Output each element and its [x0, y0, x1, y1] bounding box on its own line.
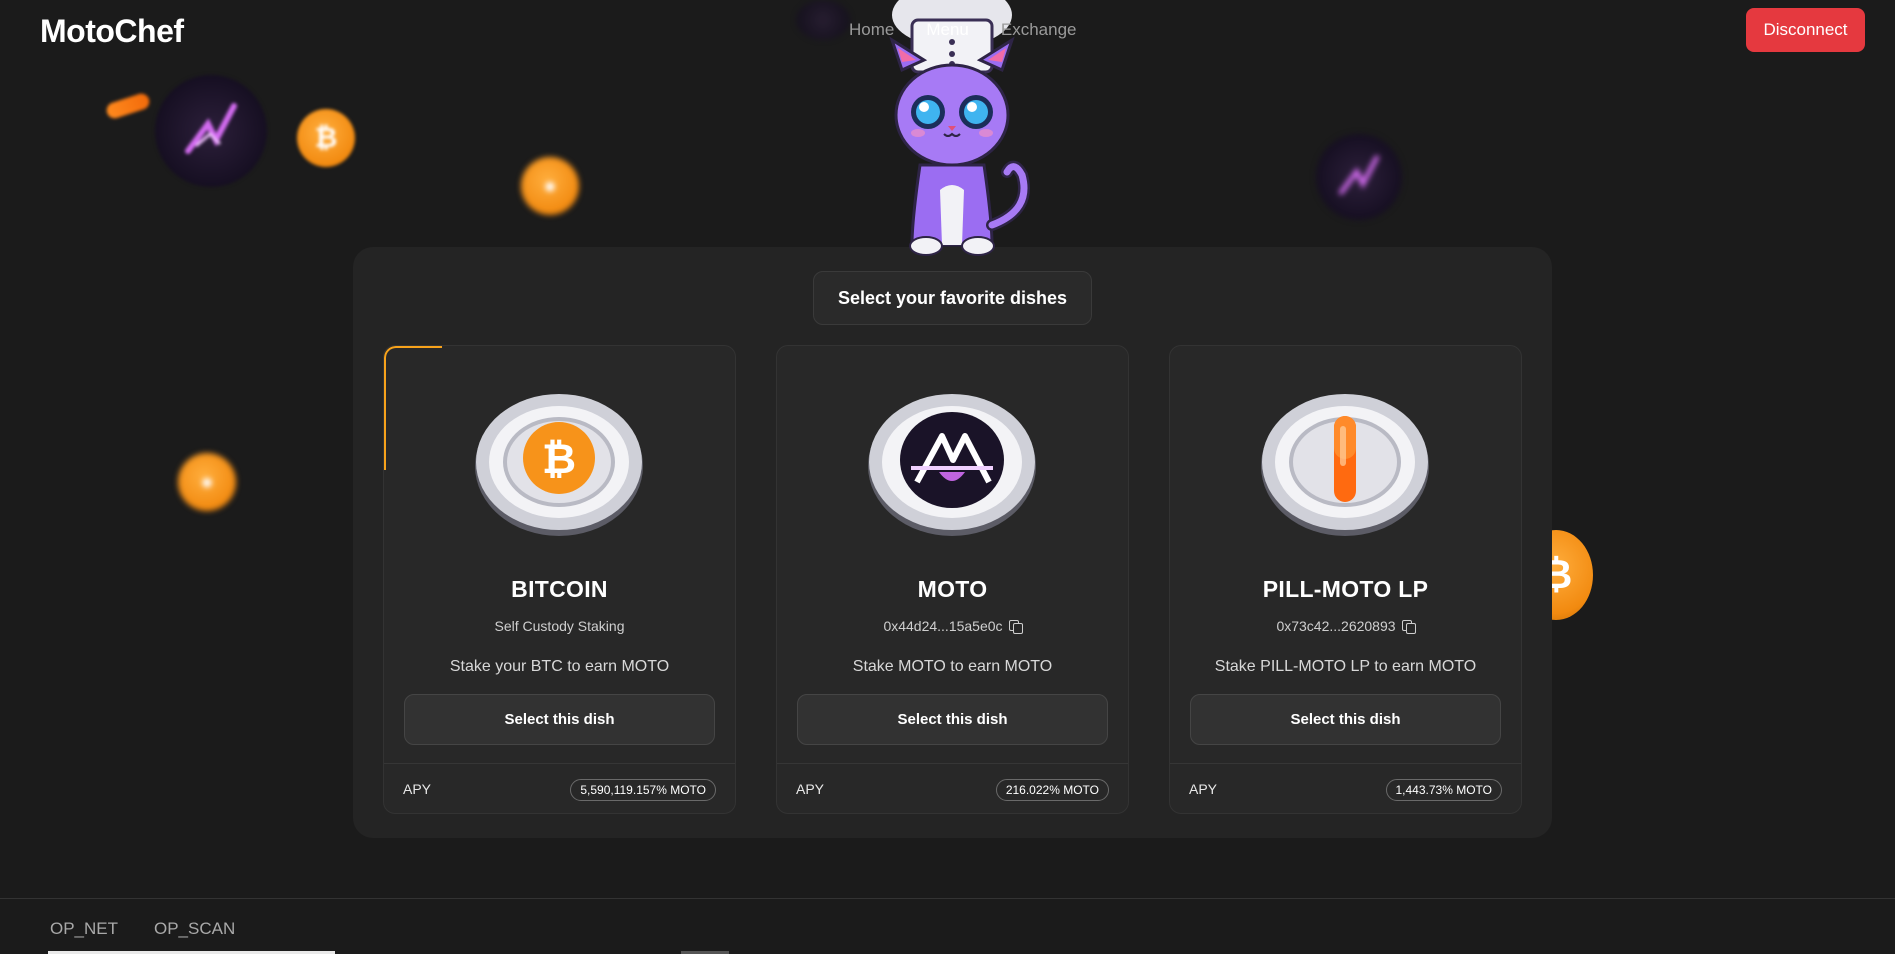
svg-text:₿: ₿	[542, 435, 576, 482]
footer-tab-op-scan[interactable]: OP_SCAN	[154, 919, 235, 939]
disconnect-button[interactable]: Disconnect	[1746, 8, 1865, 52]
app-logo[interactable]: MotoChef	[40, 13, 184, 50]
dish-description: Stake MOTO to earn MOTO	[852, 658, 1053, 675]
dish-name: PILL-MOTO LP	[1262, 576, 1429, 602]
nav-exchange[interactable]: Exchange	[1001, 20, 1077, 40]
main-nav: Home Menu Exchange	[849, 20, 1109, 40]
dish-card-moto[interactable]: MOTO 0x44d24...15a5e0c Stake MOTO to ear…	[776, 345, 1129, 814]
dish-card-pill-moto-lp[interactable]: PILL-MOTO LP 0x73c42...2620893 Stake PIL…	[1169, 345, 1522, 814]
coin-float-icon: ●	[521, 157, 579, 215]
footer-bar: OP_NET OP_SCAN	[0, 898, 1895, 954]
apy-label: APY	[796, 781, 825, 797]
apy-label: APY	[403, 781, 432, 797]
copy-icon[interactable]	[1008, 619, 1023, 634]
contract-address: 0x44d24...15a5e0c	[883, 618, 1003, 634]
copy-icon[interactable]	[1401, 619, 1416, 634]
selected-accent	[384, 346, 442, 470]
dish-name: BITCOIN	[511, 576, 608, 602]
footer-tab-op-net[interactable]: OP_NET	[50, 919, 118, 939]
select-dish-button[interactable]: Select this dish	[404, 694, 715, 745]
nav-menu[interactable]: Menu	[926, 20, 969, 40]
panel-title: Select your favorite dishes	[813, 271, 1092, 325]
moto-token-float-icon	[155, 75, 267, 187]
pill-icon	[1261, 394, 1429, 536]
apy-label: APY	[1189, 781, 1218, 797]
moto-token-float-icon	[1316, 134, 1402, 220]
apy-value-badge: 1,443.73% MOTO	[1385, 779, 1502, 801]
top-header: MotoChef Home Menu Exchange Disconnect	[0, 0, 1895, 66]
dish-card-bitcoin[interactable]: ₿ BITCOIN Self Custody Staking Stake you…	[383, 345, 736, 814]
dish-description: Stake PILL-MOTO LP to earn MOTO	[1214, 658, 1477, 675]
coin-float-icon: ●	[178, 453, 236, 511]
select-dish-button[interactable]: Select this dish	[797, 694, 1108, 745]
dish-apy-row: APY 1,443.73% MOTO	[1170, 763, 1521, 813]
nav-home[interactable]: Home	[849, 20, 894, 40]
dishes-panel: Select your favorite dishes ₿ BITCOIN Se…	[353, 247, 1552, 838]
apy-value-badge: 5,590,119.157% MOTO	[570, 779, 716, 801]
contract-address: 0x73c42...2620893	[1276, 618, 1396, 634]
select-dish-button[interactable]: Select this dish	[1190, 694, 1501, 745]
dish-name: MOTO	[917, 576, 988, 602]
bitcoin-icon: ₿	[475, 394, 643, 536]
dish-apy-row: APY 216.022% MOTO	[777, 763, 1128, 813]
bitcoin-float-icon: ₿	[297, 109, 355, 167]
dish-apy-row: APY 5,590,119.157% MOTO	[384, 763, 735, 813]
apy-value-badge: 216.022% MOTO	[995, 779, 1109, 801]
pill-float-icon	[104, 91, 152, 121]
dish-subtitle: Self Custody Staking	[384, 618, 735, 634]
dish-description: Stake your BTC to earn MOTO	[449, 658, 670, 675]
dish-subtitle-text: Self Custody Staking	[494, 618, 625, 634]
moto-icon	[868, 394, 1036, 536]
dish-subtitle: 0x44d24...15a5e0c	[777, 618, 1128, 634]
dish-subtitle: 0x73c42...2620893	[1170, 618, 1521, 634]
